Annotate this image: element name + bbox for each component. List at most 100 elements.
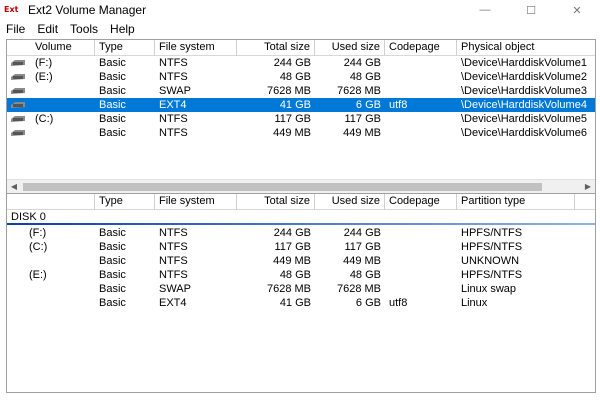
col-filesystem-cell: SWAP: [159, 283, 191, 295]
col-filesystem-cell: SWAP: [159, 85, 191, 97]
table-row[interactable]: (C:) Basic NTFS 117 GB 117 GB \Device\Harddis…: [7, 112, 595, 126]
col-partition-type-header[interactable]: Partition type: [457, 194, 575, 210]
app-icon: Ext: [4, 5, 19, 14]
close-button[interactable]: ✕: [554, 0, 600, 20]
table-row[interactable]: (C:) Basic NTFS 117 GB 117 GB HPFS/NTFS: [7, 240, 595, 254]
col-volume-header[interactable]: Volume: [7, 40, 95, 56]
col-codepage-cell: [385, 240, 457, 254]
col-type-cell: Basic: [99, 99, 126, 111]
col-codepage-cell: [385, 126, 457, 140]
scroll-left-icon[interactable]: ◀: [7, 180, 21, 193]
scroll-right-icon[interactable]: ▶: [581, 180, 595, 193]
col-total-size-header[interactable]: Total size: [237, 194, 315, 210]
menu-help[interactable]: Help: [104, 22, 141, 36]
col-used-size-cell: 117 GB: [344, 241, 382, 253]
col-physical-object-cell: \Device\HarddiskVolume6: [461, 127, 587, 139]
col-codepage-header[interactable]: Codepage: [385, 40, 457, 56]
col-total-size-header[interactable]: Total size: [237, 40, 315, 56]
col-filesystem-cell: NTFS: [159, 127, 188, 139]
table-row[interactable]: (F:) Basic NTFS 244 GB 244 GB HPFS/NTFS: [7, 226, 595, 240]
col-codepage-cell: utf8: [389, 297, 408, 309]
col-type-cell: Basic: [99, 269, 126, 281]
col-codepage-header[interactable]: Codepage: [385, 194, 457, 210]
col-filesystem-cell: NTFS: [159, 71, 188, 83]
col-codepage-cell: [385, 70, 457, 84]
col-volume-cell: [7, 254, 95, 268]
col-volume-cell: [7, 126, 95, 140]
table-row[interactable]: (E:) Basic NTFS 48 GB 48 GB HPFS/NTFS: [7, 268, 595, 282]
table-row[interactable]: Basic EXT4 41 GB 6 GB utf8 \Device\HarddiskVo…: [7, 98, 595, 112]
table-row[interactable]: Basic NTFS 449 MB 449 MB \Device\HarddiskVol…: [7, 126, 595, 140]
col-codepage-cell: [385, 112, 457, 126]
col-type-cell: Basic: [99, 241, 126, 253]
table-row[interactable]: Basic SWAP 7628 MB 7628 MB Linux swap: [7, 282, 595, 296]
disk-list-header: Type File system Total size Used size Codepa…: [7, 194, 595, 210]
col-filesystem-header[interactable]: File system: [155, 194, 237, 210]
menu-edit[interactable]: Edit: [31, 22, 64, 36]
table-row[interactable]: Basic SWAP 7628 MB 7628 MB \Device\HarddiskV…: [7, 84, 595, 98]
col-physical-object-cell: \Device\HarddiskVolume3: [461, 85, 587, 97]
scrollbar-thumb[interactable]: [23, 183, 542, 191]
col-physical-object-cell: \Device\HarddiskVolume2: [461, 71, 587, 83]
col-physical-object-cell: \Device\HarddiskVolume5: [461, 113, 587, 125]
maximize-button[interactable]: ☐: [508, 0, 554, 20]
col-used-size-cell: 7628 MB: [336, 85, 381, 97]
menu-file[interactable]: File: [0, 22, 31, 36]
col-used-size-cell: 117 GB: [344, 113, 382, 125]
col-total-size-cell: 48 GB: [279, 71, 311, 83]
col-type-cell: Basic: [99, 127, 126, 139]
col-partition-type-cell: Linux: [461, 297, 488, 309]
table-row[interactable]: Basic NTFS 449 MB 449 MB UNKNOWN: [7, 254, 595, 268]
col-physical-object-cell: \Device\HarddiskVolume4: [461, 99, 587, 111]
title-bar: Ext Ext2 Volume Manager — ☐ ✕: [0, 0, 600, 20]
table-row[interactable]: (E:) Basic NTFS 48 GB 48 GB \Device\HarddiskV…: [7, 70, 595, 84]
col-filesystem-cell: NTFS: [159, 241, 188, 253]
col-volume-cell: (C:): [29, 241, 48, 253]
col-total-size-cell: 48 GB: [279, 269, 311, 281]
col-physical-object-header[interactable]: Physical object: [457, 40, 595, 56]
volume-list[interactable]: Volume Type File system Total size Used size…: [6, 39, 596, 194]
col-codepage-cell: [385, 226, 457, 240]
col-filesystem-cell: NTFS: [159, 227, 188, 239]
disk-list[interactable]: Type File system Total size Used size Codepa…: [6, 193, 596, 393]
col-volume-cell: [7, 296, 95, 310]
col-filesystem-cell: NTFS: [159, 255, 188, 267]
col-volume-cell: [7, 282, 95, 296]
col-used-size-cell: 449 MB: [343, 127, 381, 139]
col-total-size-cell: 244 GB: [273, 57, 311, 69]
col-codepage-cell: utf8: [389, 99, 408, 111]
col-filesystem-cell: EXT4: [159, 297, 187, 309]
col-volume-cell: (F:): [35, 57, 53, 69]
col-filesystem-header[interactable]: File system: [155, 40, 237, 56]
col-total-size-cell: 117 GB: [274, 113, 312, 125]
col-type-header[interactable]: Type: [95, 40, 155, 56]
col-total-size-cell: 7628 MB: [266, 85, 311, 97]
col-total-size-cell: 117 GB: [274, 241, 312, 253]
col-codepage-cell: [385, 56, 457, 70]
table-row[interactable]: (F:) Basic NTFS 244 GB 244 GB \Device\Harddis…: [7, 56, 595, 70]
col-volume-header[interactable]: [7, 194, 95, 210]
window-controls: — ☐ ✕: [462, 0, 600, 20]
horizontal-scrollbar[interactable]: ◀ ▶: [7, 179, 595, 193]
col-used-size-cell: 449 MB: [343, 255, 381, 267]
col-type-cell: Basic: [99, 57, 126, 69]
col-total-size-cell: 449 MB: [273, 127, 311, 139]
col-codepage-cell: [385, 254, 457, 268]
col-total-size-cell: 7628 MB: [266, 283, 311, 295]
col-total-size-cell: 41 GB: [279, 297, 311, 309]
col-used-size-header[interactable]: Used size: [315, 40, 385, 56]
col-type-cell: Basic: [99, 283, 126, 295]
col-partition-type-cell: HPFS/NTFS: [461, 269, 523, 281]
col-codepage-cell: [385, 268, 457, 282]
col-type-header[interactable]: Type: [95, 194, 155, 210]
minimize-button[interactable]: —: [462, 0, 508, 20]
col-volume-cell: (E:): [35, 71, 53, 83]
menu-tools[interactable]: Tools: [64, 22, 104, 36]
col-total-size-cell: 449 MB: [273, 255, 311, 267]
disk-label[interactable]: DISK 0: [11, 211, 46, 223]
table-row[interactable]: Basic EXT4 41 GB 6 GB utf8 Linux: [7, 296, 595, 310]
volume-list-header: Volume Type File system Total size Used size…: [7, 40, 595, 56]
col-used-size-header[interactable]: Used size: [315, 194, 385, 210]
col-filesystem-cell: EXT4: [159, 99, 187, 111]
col-used-size-cell: 6 GB: [355, 297, 381, 309]
